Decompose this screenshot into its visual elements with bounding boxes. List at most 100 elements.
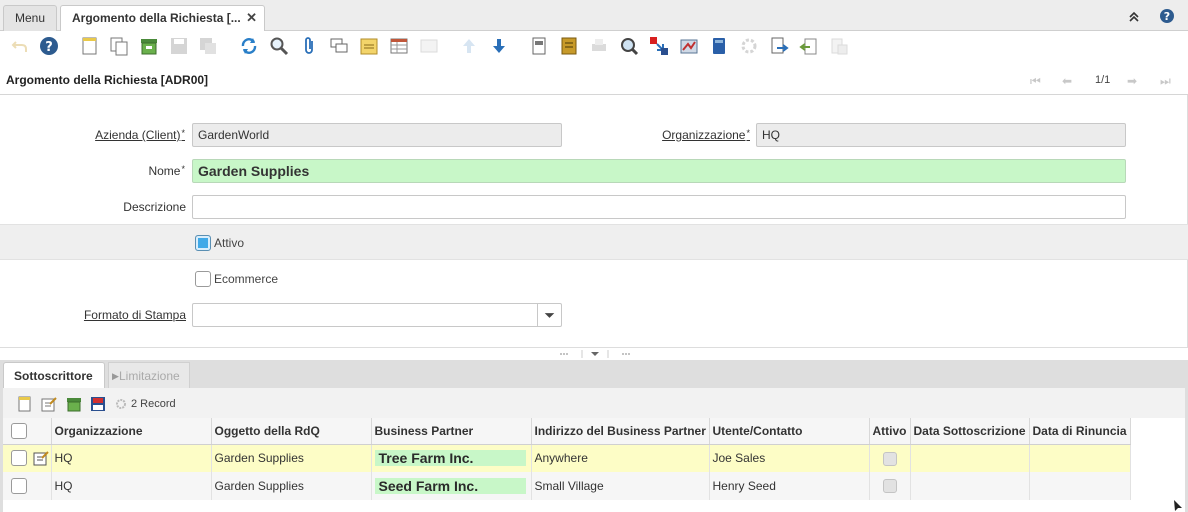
- name-field[interactable]: Garden Supplies: [192, 159, 1126, 183]
- row-select-cell[interactable]: [3, 472, 52, 500]
- org-label[interactable]: Organizzazione*: [630, 128, 750, 142]
- cell-subscribe-date[interactable]: [910, 472, 1030, 500]
- refresh-icon[interactable]: [239, 36, 259, 56]
- cell-subscribe-date[interactable]: [910, 444, 1030, 472]
- client-field[interactable]: GardenWorld: [192, 123, 562, 147]
- cell-bp[interactable]: Tree Farm Inc.: [371, 444, 532, 472]
- undo-icon[interactable]: [10, 36, 30, 56]
- cell-active[interactable]: [869, 472, 911, 500]
- active-cell-checkbox[interactable]: [882, 451, 897, 466]
- workflow-icon[interactable]: [709, 36, 729, 56]
- grid-toggle-icon[interactable]: [389, 36, 409, 56]
- col-header-active[interactable]: Attivo: [869, 418, 911, 445]
- attachment-icon[interactable]: [299, 36, 319, 56]
- ecommerce-checkbox[interactable]: [195, 271, 211, 287]
- active-checkbox[interactable]: [195, 235, 211, 251]
- cell-subject[interactable]: Garden Supplies: [211, 472, 372, 500]
- window-tab-active[interactable]: Argomento della Richiesta [... ✕: [60, 5, 265, 32]
- col-header-contact[interactable]: Utente/Contatto: [709, 418, 870, 445]
- new-record-icon[interactable]: [80, 36, 100, 56]
- window-tab-label: Argomento della Richiesta [...: [72, 11, 241, 25]
- delete-icon[interactable]: [139, 36, 159, 56]
- edit-row-icon[interactable]: [41, 396, 57, 412]
- export-icon[interactable]: [799, 36, 819, 56]
- save-row-icon[interactable]: [90, 396, 106, 412]
- request-icon[interactable]: [649, 36, 669, 56]
- col-header-bp[interactable]: Business Partner: [371, 418, 532, 445]
- client-label[interactable]: Azienda (Client)*: [60, 128, 185, 142]
- row-checkbox[interactable]: [11, 478, 27, 494]
- cell-org[interactable]: HQ: [51, 444, 212, 472]
- postit-icon[interactable]: [359, 36, 379, 56]
- detail-record-icon[interactable]: [489, 36, 509, 56]
- tab-sottoscrittore[interactable]: Sottoscrittore: [3, 362, 105, 388]
- new-row-icon[interactable]: [17, 396, 33, 412]
- menu-tab[interactable]: Menu: [3, 5, 57, 32]
- description-field[interactable]: [192, 195, 1126, 219]
- find-icon[interactable]: [269, 36, 289, 56]
- first-record-icon[interactable]: ⏮: [1030, 74, 1041, 89]
- select-all-checkbox[interactable]: [11, 422, 27, 439]
- customize-icon[interactable]: [829, 36, 849, 56]
- product-info-icon[interactable]: [679, 36, 699, 56]
- org-field[interactable]: HQ: [756, 123, 1126, 147]
- row-edit-icon[interactable]: [33, 450, 50, 466]
- bp-value[interactable]: Tree Farm Inc.: [374, 450, 526, 467]
- cell-optout-date[interactable]: [1029, 444, 1131, 472]
- window-tab-bar: Menu Argomento della Richiesta [... ✕ ?: [0, 0, 1188, 32]
- previous-record-icon[interactable]: ⬅: [1062, 74, 1072, 88]
- active-label: Attivo: [214, 236, 245, 250]
- delete-row-icon[interactable]: [66, 396, 82, 412]
- splitter-grip-icon[interactable]: [558, 350, 630, 358]
- print-format-label[interactable]: Formato di Stampa: [40, 308, 186, 322]
- col-header-optout-date[interactable]: Data di Rinuncia: [1029, 418, 1131, 445]
- save-icon[interactable]: [169, 36, 189, 56]
- process-icon[interactable]: [739, 36, 759, 56]
- last-record-icon[interactable]: ⏭: [1160, 74, 1171, 89]
- print-format-select[interactable]: [192, 303, 562, 327]
- import-icon[interactable]: [769, 36, 789, 56]
- header-form: Azienda (Client)* GardenWorld Organizzaz…: [0, 95, 1188, 348]
- cell-contact[interactable]: Joe Sales: [709, 444, 870, 472]
- report-icon[interactable]: [529, 36, 549, 56]
- cell-bp-address[interactable]: Small Village: [531, 472, 710, 500]
- cell-contact[interactable]: Henry Seed: [709, 472, 870, 500]
- cell-subject[interactable]: Garden Supplies: [211, 444, 372, 472]
- help-circle-icon[interactable]: ?: [1159, 8, 1175, 24]
- resize-corner-icon[interactable]: [1172, 499, 1184, 512]
- image-icon[interactable]: [419, 36, 439, 56]
- row-select-cell[interactable]: [3, 444, 52, 472]
- zoom-across-icon[interactable]: [619, 36, 639, 56]
- col-header-org[interactable]: Organizzazione: [51, 418, 212, 445]
- col-header-bp-address[interactable]: Indirizzo del Business Partner: [531, 418, 710, 445]
- cell-active[interactable]: [869, 444, 911, 472]
- table-row[interactable]: HQ Garden Supplies Seed Farm Inc. Small …: [3, 472, 1183, 500]
- collapse-icon[interactable]: [1126, 8, 1142, 24]
- help-icon[interactable]: ?: [39, 36, 59, 56]
- record-title-bar: Argomento della Richiesta [ADR00] ⏮ ⬅ 1/…: [0, 63, 1188, 95]
- form-detail-splitter[interactable]: [0, 347, 1188, 360]
- copy-record-icon[interactable]: [109, 36, 129, 56]
- bp-value[interactable]: Seed Farm Inc.: [374, 478, 526, 494]
- table-row[interactable]: HQ Garden Supplies Tree Farm Inc. Anywhe…: [3, 444, 1183, 472]
- cell-optout-date[interactable]: [1029, 472, 1131, 500]
- cell-bp-address[interactable]: Anywhere: [531, 444, 710, 472]
- select-all-header[interactable]: [3, 418, 52, 445]
- col-header-subscribe-date[interactable]: Data Sottoscrizione: [910, 418, 1030, 445]
- tab-limitazione[interactable]: ▶ Limitazione: [108, 362, 190, 388]
- close-icon[interactable]: ✕: [246, 6, 257, 30]
- process-gear-icon[interactable]: [115, 398, 127, 410]
- chat-icon[interactable]: [329, 36, 349, 56]
- cell-filler: [1130, 472, 1183, 500]
- col-header-subject[interactable]: Oggetto della RdQ: [211, 418, 372, 445]
- active-cell-checkbox[interactable]: [882, 479, 897, 494]
- chevron-down-icon[interactable]: [537, 303, 561, 327]
- cell-org[interactable]: HQ: [51, 472, 212, 500]
- next-record-icon[interactable]: ➡: [1127, 74, 1137, 88]
- save-and-create-icon[interactable]: [198, 36, 218, 56]
- cell-bp[interactable]: Seed Farm Inc.: [371, 472, 532, 500]
- archive-icon[interactable]: [559, 36, 579, 56]
- row-checkbox[interactable]: [11, 450, 27, 467]
- print-icon[interactable]: [589, 36, 609, 56]
- parent-record-icon[interactable]: [459, 36, 479, 56]
